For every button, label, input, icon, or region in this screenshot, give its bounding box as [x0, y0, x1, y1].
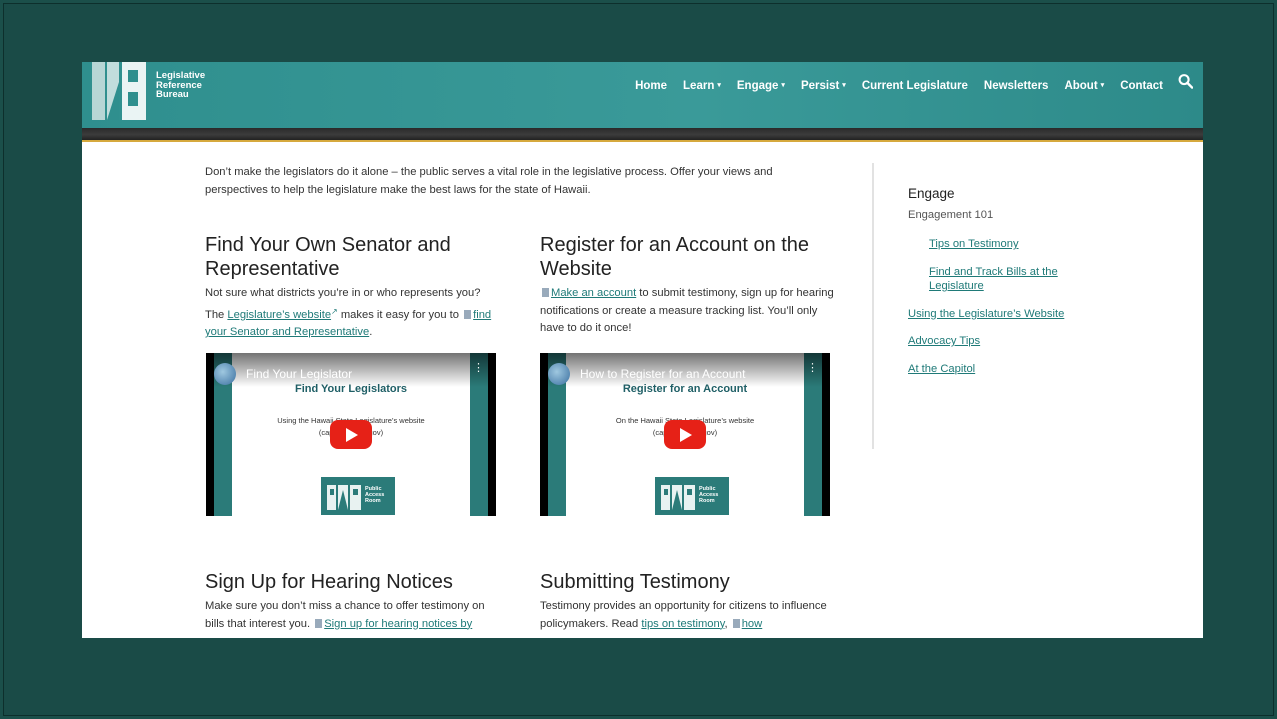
text: .	[369, 326, 373, 338]
par-line: Room	[365, 498, 381, 504]
par-logo: Public Access Room	[321, 477, 395, 515]
par-line: Room	[699, 498, 715, 504]
sidebar-link-advocacy-tips[interactable]: Advocacy Tips	[908, 334, 1108, 349]
channel-avatar[interactable]	[548, 363, 570, 385]
nav-learn[interactable]: Learn ▾	[683, 80, 721, 92]
submitting-testimony-section: Submitting Testimony Testimony provides …	[540, 570, 836, 633]
how-link[interactable]: how	[742, 618, 763, 630]
nav-label: Learn	[683, 80, 715, 92]
document-icon	[464, 309, 472, 319]
nav-label: Engage	[736, 80, 779, 92]
nav-label: About	[1064, 80, 1098, 92]
lrb-logo[interactable]	[92, 62, 146, 122]
nav-home[interactable]: Home	[635, 80, 667, 92]
more-options-icon[interactable]: ⋮	[807, 362, 818, 373]
find-legislator-section: Find Your Own Senator and Representative…	[205, 233, 501, 342]
brand-line: Bureau	[156, 89, 189, 100]
section-title: Register for an Account on the Website	[540, 234, 810, 280]
text: makes it easy for you to	[337, 308, 463, 321]
nav-current-legislature[interactable]: Current Legislature	[862, 80, 968, 92]
site-header: Legislative Reference Bureau Home Learn ▾…	[82, 62, 1203, 128]
intro-text: Don’t make the legislators do it alone –…	[205, 166, 773, 196]
play-button[interactable]	[330, 420, 372, 449]
video-register-account[interactable]: Register for an Account On the Hawaii St…	[540, 353, 830, 516]
section-text: Make sure you don’t miss a chance to off…	[205, 598, 501, 633]
video-title[interactable]: How to Register for an Account	[580, 367, 745, 381]
par-letters	[661, 485, 695, 510]
nav-about[interactable]: About ▾	[1064, 80, 1104, 92]
nav-newsletters[interactable]: Newsletters	[984, 80, 1049, 92]
make-account-link[interactable]: Make an account	[551, 287, 636, 299]
section-title: Sign Up for Hearing Notices	[205, 571, 453, 593]
play-button[interactable]	[664, 420, 706, 449]
sidebar-link-find-track-bills[interactable]: Find and Track Bills at the Legislature	[929, 265, 1079, 294]
legislature-website-link[interactable]: Legislature’s website	[227, 309, 331, 321]
web-page: Legislative Reference Bureau Home Learn ▾…	[82, 62, 1203, 638]
sidebar-link-tips-on-testimony[interactable]: Tips on Testimony	[929, 237, 1108, 252]
sidebar-link-using-website[interactable]: Using the Legislature’s Website	[908, 307, 1108, 322]
tips-on-testimony-link[interactable]: tips on testimony	[641, 618, 724, 630]
chevron-down-icon: ▾	[1100, 82, 1105, 89]
document-icon	[315, 618, 323, 628]
nav-contact[interactable]: Contact	[1120, 80, 1163, 92]
sidebar-link-at-the-capitol[interactable]: At the Capitol	[908, 362, 1108, 377]
document-icon	[542, 288, 549, 297]
sidebar-divider	[872, 163, 874, 449]
hearing-notices-section: Sign Up for Hearing Notices Make sure yo…	[205, 570, 501, 633]
sidebar-subheading: Engagement 101	[908, 209, 994, 221]
par-text: Public Access Room	[699, 486, 718, 504]
external-link-icon: ↗	[331, 306, 338, 316]
section-title: Find Your Own Senator and Representative	[205, 234, 451, 280]
section-text: Make an account to submit testimony, sig…	[540, 285, 836, 338]
more-options-icon[interactable]: ⋮	[473, 362, 484, 373]
chevron-down-icon: ▾	[717, 82, 721, 89]
section-title: Submitting Testimony	[540, 571, 730, 593]
section-text: Not sure what districts you’re in or who…	[205, 285, 501, 342]
video-find-legislator[interactable]: Find Your Legislators Using the Hawaii S…	[206, 353, 496, 516]
chevron-down-icon: ▾	[781, 82, 785, 89]
brand-name[interactable]: Legislative Reference Bureau	[156, 71, 205, 100]
document-icon	[732, 618, 740, 628]
sidebar: Engage Engagement 101 Tips on Testimony …	[908, 186, 1108, 376]
section-text: Testimony provides an opportunity for ci…	[540, 598, 836, 633]
register-section: Register for an Account on the Website M…	[540, 233, 836, 338]
video-title[interactable]: Find Your Legislator	[246, 367, 352, 381]
par-text: Public Access Room	[365, 486, 384, 504]
nav-label: Persist	[800, 80, 840, 92]
text: ,	[724, 617, 731, 630]
par-logo: Public Access Room	[655, 477, 729, 515]
search-icon[interactable]	[1178, 73, 1193, 89]
par-letters	[327, 485, 361, 510]
chevron-down-icon: ▾	[842, 82, 846, 89]
nav-engage[interactable]: Engage ▾	[737, 80, 785, 92]
hearing-notices-link[interactable]: Sign up for hearing notices by	[324, 618, 472, 630]
main-nav: Home Learn ▾ Engage ▾ Persist ▾ Current Leg…	[635, 80, 1163, 92]
nav-persist[interactable]: Persist ▾	[801, 80, 846, 92]
sidebar-heading: Engage	[908, 186, 955, 201]
channel-avatar[interactable]	[214, 363, 236, 385]
hero-band	[82, 128, 1203, 142]
